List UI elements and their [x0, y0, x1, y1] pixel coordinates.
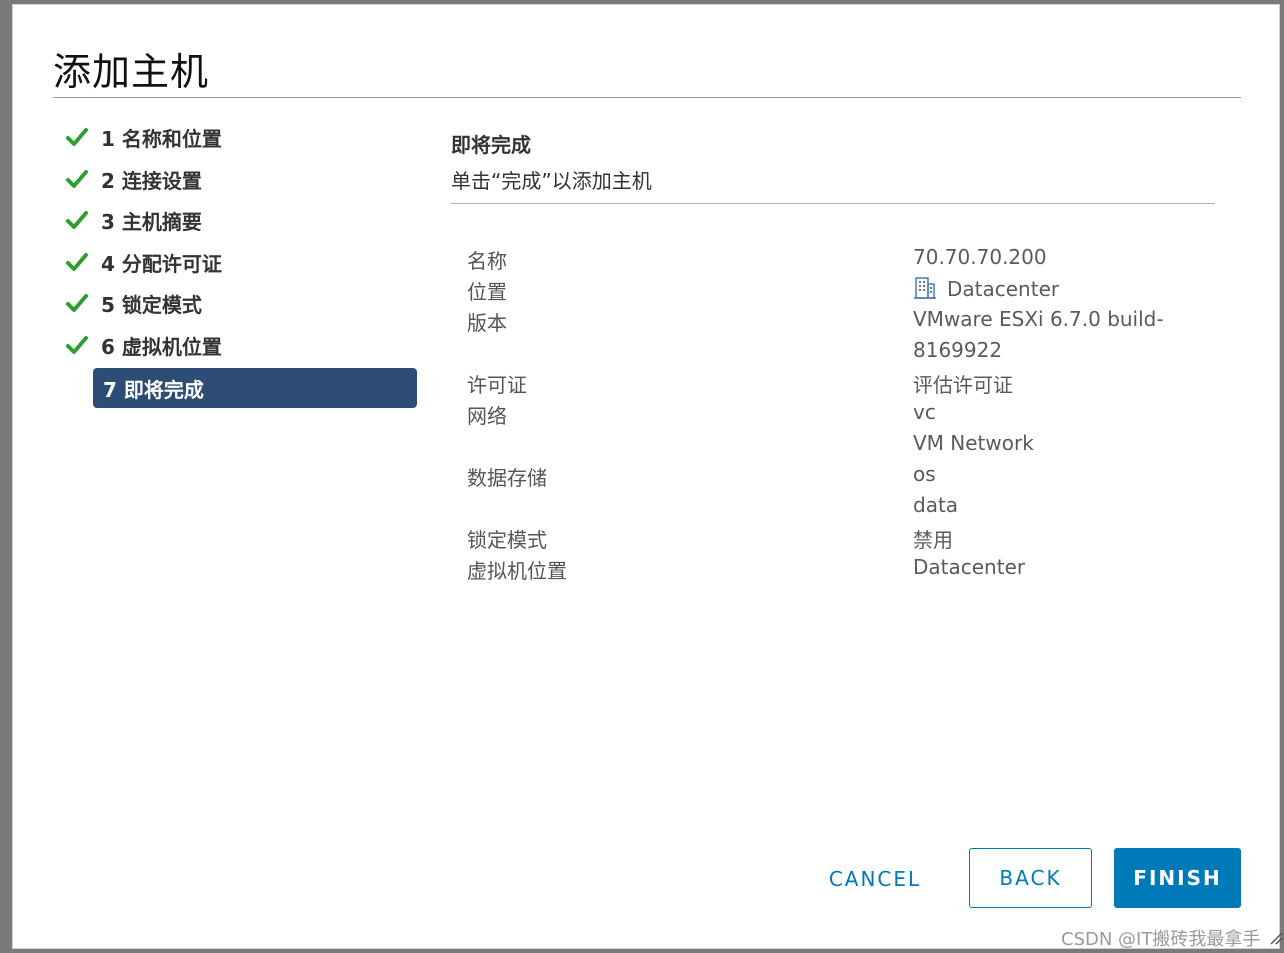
datacenter-icon: [914, 277, 936, 299]
step-label: 6 虚拟机位置: [101, 334, 222, 359]
row-key-datastore: 数据存储: [467, 466, 547, 490]
step-label: 4 分配许可证: [101, 251, 222, 276]
row-value-vm-location: Datacenter: [913, 555, 1026, 579]
check-icon: [66, 128, 88, 146]
row-key-version: 版本: [467, 311, 507, 335]
step-label: 3 主机摘要: [101, 209, 202, 234]
step-5[interactable]: 5 锁定模式: [63, 283, 423, 323]
row-value-datastore-1: os: [913, 462, 936, 486]
location-value-text: Datacenter: [947, 277, 1060, 301]
step-label: 1 名称和位置: [101, 126, 222, 151]
row-key-license: 许可证: [467, 373, 527, 397]
summary-divider: [451, 203, 1215, 204]
back-button[interactable]: BACK: [969, 848, 1092, 908]
row-key-vm-location: 虚拟机位置: [467, 559, 567, 583]
step-3[interactable]: 3 主机摘要: [63, 200, 423, 240]
dialog-title: 添加主机: [53, 50, 210, 94]
check-icon: [66, 170, 88, 188]
summary-title: 即将完成: [451, 133, 531, 157]
row-value-version-2: 8169922: [913, 338, 1003, 362]
row-value-network-1: vc: [913, 400, 936, 424]
row-key-lockdown: 锁定模式: [467, 528, 547, 552]
row-key-name: 名称: [467, 249, 507, 273]
watermark-text: CSDN @IT搬砖我最拿手: [1061, 929, 1261, 950]
step-7-active[interactable]: 7 即将完成: [93, 368, 417, 408]
row-value-lockdown: 禁用: [913, 528, 953, 552]
row-key-network: 网络: [467, 404, 507, 428]
row-value-name: 70.70.70.200: [913, 245, 1047, 269]
row-key-location: 位置: [467, 280, 507, 304]
step-label: 7 即将完成: [103, 377, 204, 402]
finish-button[interactable]: FINISH: [1114, 848, 1241, 908]
step-4[interactable]: 4 分配许可证: [63, 242, 423, 282]
step-1[interactable]: 1 名称和位置: [63, 117, 423, 157]
step-2[interactable]: 2 连接设置: [63, 159, 423, 199]
step-label: 5 锁定模式: [101, 292, 202, 317]
title-divider: [53, 97, 1241, 98]
summary-subtitle: 单击“完成”以添加主机: [451, 169, 652, 193]
check-icon: [66, 211, 88, 229]
check-icon: [66, 294, 88, 312]
add-host-dialog: 添加主机 1 名称和位置 2 连接设置 3 主机摘要 4 分配许可证 5 锁定模…: [12, 4, 1283, 950]
row-value-license: 评估许可证: [913, 373, 1013, 397]
row-value-datastore-2: data: [913, 493, 959, 517]
step-label: 2 连接设置: [101, 168, 202, 193]
row-value-network-2: VM Network: [913, 431, 1034, 455]
check-icon: [66, 253, 88, 271]
row-value-location: Datacenter: [913, 276, 1059, 301]
step-6[interactable]: 6 虚拟机位置: [63, 325, 423, 365]
cancel-button[interactable]: CANCEL: [805, 849, 945, 909]
check-icon: [66, 336, 88, 354]
row-value-version-1: VMware ESXi 6.7.0 build-: [913, 307, 1164, 331]
resize-handle-icon[interactable]: [1269, 931, 1283, 945]
